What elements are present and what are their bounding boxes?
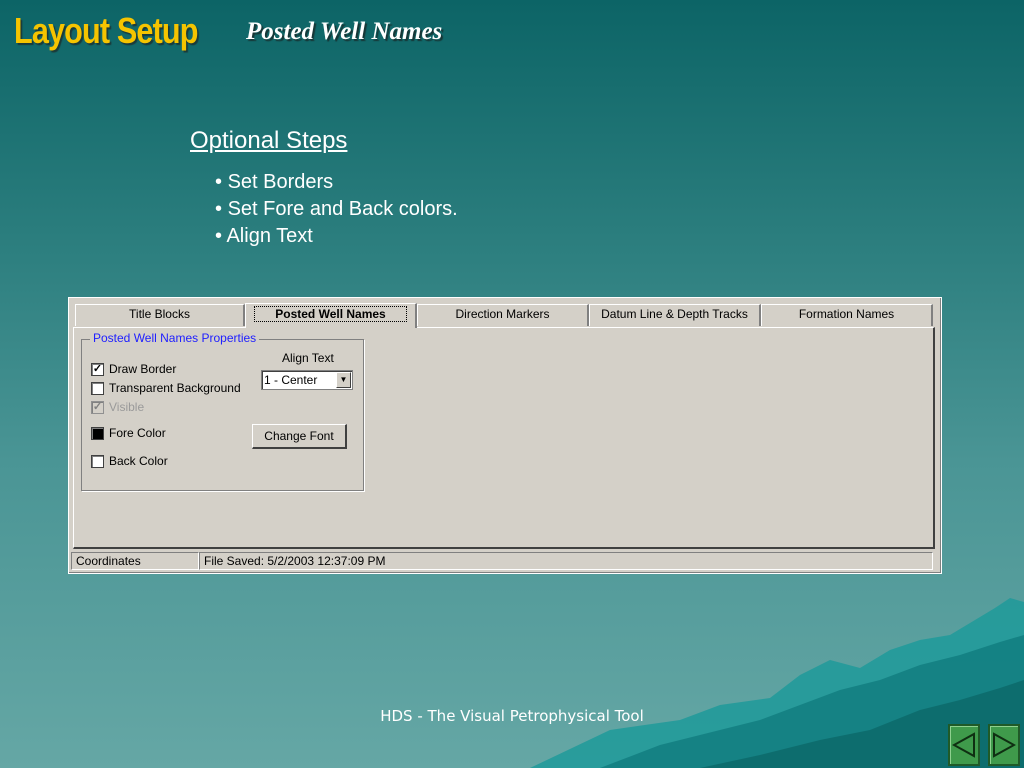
checkmark-icon: ✓ (91, 400, 104, 414)
left-triangle-icon (952, 732, 975, 758)
mountain-decoration (530, 598, 1024, 768)
checkbox-empty-icon (91, 381, 104, 395)
tab-title-blocks[interactable]: Title Blocks (75, 304, 245, 326)
tab-direction-markers[interactable]: Direction Markers (417, 304, 589, 326)
chevron-down-icon[interactable]: ▼ (336, 372, 351, 388)
align-text-label: Align Text (282, 351, 334, 365)
layout-setup-window: Title Blocks Posted Well Names Direction… (68, 297, 942, 574)
properties-groupbox: Posted Well Names Properties ✓ Draw Bord… (81, 331, 364, 491)
step-item: Set Fore and Back colors. (215, 196, 458, 223)
next-slide-button[interactable] (988, 724, 1020, 766)
color-swatch-icon (91, 426, 104, 440)
tab-posted-well-names[interactable]: Posted Well Names (245, 303, 417, 328)
steps-list: Set Borders Set Fore and Back colors. Al… (215, 169, 458, 250)
footer-text: HDS - The Visual Petrophysical Tool (380, 707, 644, 725)
tab-formation-names[interactable]: Formation Names (761, 304, 933, 326)
steps-heading: Optional Steps (190, 127, 348, 154)
slide-title: Layout Setup (14, 10, 198, 51)
groupbox-title: Posted Well Names Properties (90, 331, 260, 345)
align-text-select[interactable]: 1 - Center ▼ (261, 370, 353, 390)
prev-slide-button[interactable] (948, 724, 980, 766)
draw-border-checkbox[interactable]: ✓ Draw Border (91, 362, 176, 376)
color-swatch-icon (91, 454, 104, 468)
slide-subtitle: Posted Well Names (246, 18, 443, 45)
step-item: Align Text (215, 223, 458, 250)
back-color-picker[interactable]: Back Color (91, 454, 168, 468)
status-coordinates: Coordinates (71, 552, 199, 570)
checkmark-icon: ✓ (91, 362, 104, 376)
right-triangle-icon (993, 732, 1016, 758)
transparent-background-checkbox[interactable]: Transparent Background (91, 381, 241, 395)
step-item: Set Borders (215, 169, 458, 196)
status-file-saved: File Saved: 5/2/2003 12:37:09 PM (199, 552, 933, 570)
visible-checkbox: ✓ Visible (91, 400, 145, 414)
tab-datum-line-depth-tracks[interactable]: Datum Line & Depth Tracks (589, 304, 761, 326)
change-font-button[interactable]: Change Font (252, 424, 347, 449)
fore-color-picker[interactable]: Fore Color (91, 426, 166, 440)
